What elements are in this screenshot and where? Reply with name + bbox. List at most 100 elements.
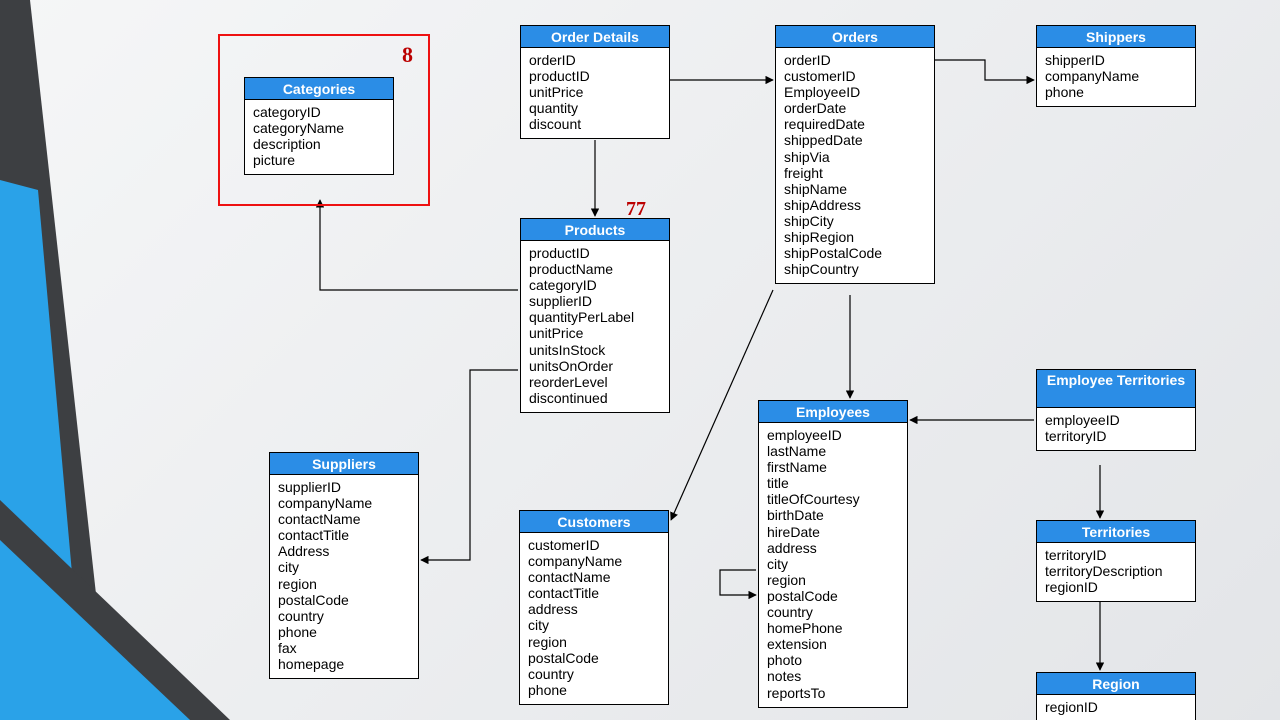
diagram-stage: { "annotations": {"ann8": "8", "ann77": … [0,0,1280,720]
column: shipperID [1045,52,1187,68]
entity-products[interactable]: ProductsproductIDproductNamecategoryIDsu… [520,218,670,413]
column: address [528,601,660,617]
column: orderID [529,52,661,68]
column: shipVia [784,149,926,165]
column: unitPrice [529,325,661,341]
column: customerID [784,68,926,84]
column: lastName [767,443,899,459]
entity-columns: productIDproductNamecategoryIDsupplierID… [521,241,669,412]
entity-region[interactable]: Region regionID [1036,672,1196,720]
entity-header: Suppliers [270,453,418,475]
column: homepage [278,656,410,672]
column: orderDate [784,100,926,116]
column: customerID [528,537,660,553]
column: title [767,475,899,491]
column: city [528,617,660,633]
entity-suppliers[interactable]: SupplierssupplierIDcompanyNamecontactNam… [269,452,419,679]
column: reportsTo [767,685,899,701]
entity-header: Region [1037,673,1195,695]
column: photo [767,652,899,668]
column: shipPostalCode [784,245,926,261]
entity-columns: categoryIDcategoryNamedescriptionpicture [245,100,393,174]
column: shipAddress [784,197,926,213]
column: territoryID [1045,547,1187,563]
column: productID [529,68,661,84]
column: notes [767,668,899,684]
entity-header: Employees [759,401,907,423]
column: address [767,540,899,556]
column: city [767,556,899,572]
column: titleOfCourtesy [767,491,899,507]
column: employeeID [1045,412,1187,428]
column: shippedDate [784,132,926,148]
column: contactName [278,511,410,527]
column: territoryID [1045,428,1187,444]
column: Address [278,543,410,559]
column: supplierID [278,479,410,495]
column: shipCountry [784,261,926,277]
column: quantityPerLabel [529,309,661,325]
entity-header: Categories [245,78,393,100]
entity-header: Products [521,219,669,241]
column: productID [529,245,661,261]
column: phone [278,624,410,640]
entity-columns: regionID [1037,695,1195,720]
entity-orderdetails[interactable]: Order DetailsorderIDproductIDunitPricequ… [520,25,670,139]
column: postalCode [767,588,899,604]
column: unitPrice [529,84,661,100]
entity-columns: territoryIDterritoryDescriptionregionID [1037,543,1195,601]
entity-header: Territories [1037,521,1195,543]
column: companyName [278,495,410,511]
column: birthDate [767,507,899,523]
column: country [767,604,899,620]
column: homePhone [767,620,899,636]
column: reorderLevel [529,374,661,390]
entity-categories[interactable]: CategoriescategoryIDcategoryNamedescript… [244,77,394,175]
column: postalCode [278,592,410,608]
column: companyName [528,553,660,569]
column: regionID [1045,579,1187,595]
column: postalCode [528,650,660,666]
column: unitsInStock [529,342,661,358]
column: freight [784,165,926,181]
column: categoryID [253,104,385,120]
column: fax [278,640,410,656]
entity-columns: supplierIDcompanyNamecontactNamecontactT… [270,475,418,678]
column: phone [528,682,660,698]
column: picture [253,152,385,168]
entity-empterr[interactable]: Employee Territories employeeIDterritoryI… [1036,369,1196,451]
column: region [767,572,899,588]
column: requiredDate [784,116,926,132]
entity-orders[interactable]: Orders orderIDcustomerIDEmployeeIDorderDa… [775,25,935,284]
entity-shippers[interactable]: ShippersshipperIDcompanyNamephone [1036,25,1196,107]
column: companyName [1045,68,1187,84]
column: country [278,608,410,624]
column: contactTitle [528,585,660,601]
column: shipRegion [784,229,926,245]
column: productName [529,261,661,277]
entity-territories[interactable]: TerritoriesterritoryIDterritoryDescripti… [1036,520,1196,602]
entity-customers[interactable]: Customers customerIDcompanyNamecontactNam… [519,510,669,705]
column: orderID [784,52,926,68]
entity-header: Employee Territories [1037,370,1195,408]
column: quantity [529,100,661,116]
column: city [278,559,410,575]
column: country [528,666,660,682]
column: discount [529,116,661,132]
column: contactName [528,569,660,585]
column: extension [767,636,899,652]
entity-employees[interactable]: EmployeesemployeeIDlastNamefirstNametitl… [758,400,908,708]
column: territoryDescription [1045,563,1187,579]
column: contactTitle [278,527,410,543]
column: regionID [1045,699,1187,715]
column: shipCity [784,213,926,229]
column: EmployeeID [784,84,926,100]
column: shipName [784,181,926,197]
column: categoryID [529,277,661,293]
entity-header: Customers [520,511,668,533]
column: hireDate [767,524,899,540]
column: region [278,576,410,592]
entity-header: Orders [776,26,934,48]
entity-columns: shipperIDcompanyNamephone [1037,48,1195,106]
column: region [528,634,660,650]
